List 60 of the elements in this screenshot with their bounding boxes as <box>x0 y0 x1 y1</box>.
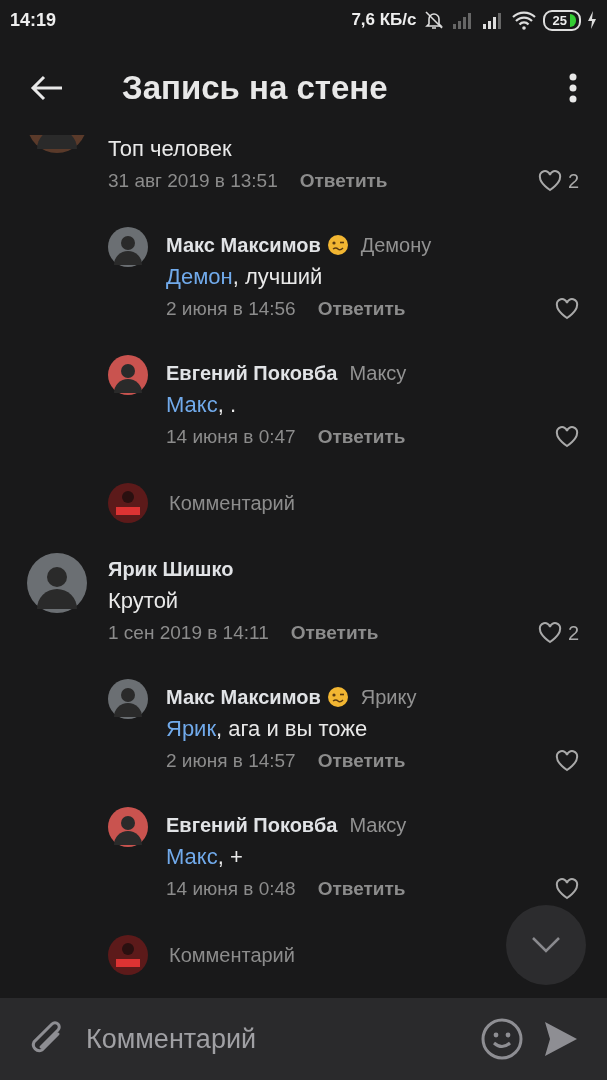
reply-link[interactable]: Ответить <box>317 298 406 320</box>
like-button[interactable] <box>555 878 579 900</box>
reply-to-name[interactable]: Демону <box>360 233 432 257</box>
comment-text: Топ человек <box>108 136 232 162</box>
reply-link[interactable]: Ответить <box>317 750 406 772</box>
mention-link[interactable]: Макс <box>166 844 218 869</box>
heart-icon <box>555 878 579 900</box>
comment-text: Демон, лучший <box>166 264 323 290</box>
heart-icon <box>537 170 562 192</box>
reply-link[interactable]: Ответить <box>299 170 388 192</box>
like-button[interactable]: 2 <box>537 169 579 193</box>
battery-indicator: 25 <box>542 9 581 31</box>
comment-date: 2 июня в 14:56 <box>166 298 296 320</box>
more-options-icon[interactable] <box>569 72 577 103</box>
comment-text: Ярик, ага и вы тоже <box>166 716 368 742</box>
comment-text: Макс, . <box>166 392 237 418</box>
heart-icon <box>555 426 579 448</box>
author-name[interactable]: Ярик Шишко <box>108 557 234 581</box>
comment-text: Макс, + <box>166 844 243 870</box>
wifi-icon <box>510 10 537 30</box>
heart-icon <box>555 750 579 772</box>
like-button[interactable] <box>555 298 579 320</box>
comment-date: 31 авг 2019 в 13:51 <box>108 170 278 192</box>
mention-link[interactable]: Демон <box>166 264 233 289</box>
chevron-down-icon <box>531 936 561 954</box>
muted-bell-icon <box>422 9 445 31</box>
mention-link[interactable]: Макс <box>166 392 218 417</box>
reply-link[interactable]: Ответить <box>317 426 406 448</box>
like-button[interactable]: 2 <box>537 621 579 645</box>
heart-icon <box>537 622 562 644</box>
charging-icon <box>587 11 597 29</box>
reply-to-name[interactable]: Максу <box>349 361 407 385</box>
woozy-face-icon <box>326 234 349 256</box>
comment-date: 14 июня в 0:47 <box>166 426 296 448</box>
author-name[interactable]: Евгений Поковба <box>166 813 338 837</box>
author-name[interactable]: Макс Максимов <box>166 233 321 257</box>
like-button[interactable] <box>555 426 579 448</box>
clock: 14:19 <box>10 9 57 31</box>
reply-field[interactable]: Комментарий <box>169 491 295 515</box>
heart-icon <box>555 298 579 320</box>
page-title: Запись на стене <box>122 68 389 107</box>
mention-link[interactable]: Ярик <box>166 716 217 741</box>
comment-date: 2 июня в 14:57 <box>166 750 296 772</box>
reply-field[interactable]: Комментарий <box>169 943 295 967</box>
back-arrow-icon[interactable] <box>30 74 64 101</box>
reply-link[interactable]: Ответить <box>290 622 379 644</box>
send-icon[interactable] <box>543 1020 579 1058</box>
reply-to-name[interactable]: Максу <box>349 813 407 837</box>
comment-date: 1 сен 2019 в 14:11 <box>108 622 269 644</box>
comment-date: 14 июня в 0:48 <box>166 878 296 900</box>
like-button[interactable] <box>555 750 579 772</box>
author-name[interactable]: Макс Максимов <box>166 685 321 709</box>
reply-link[interactable]: Ответить <box>317 878 406 900</box>
woozy-face-icon <box>326 686 349 708</box>
emoji-icon[interactable] <box>481 1018 523 1060</box>
comment-input[interactable]: Комментарий <box>86 1023 461 1055</box>
network-speed: 7,6 КБ/с <box>351 10 417 30</box>
comment-text: Крутой <box>108 588 179 614</box>
author-name[interactable]: Евгений Поковба <box>166 361 338 385</box>
reply-to-name[interactable]: Ярику <box>360 685 417 709</box>
